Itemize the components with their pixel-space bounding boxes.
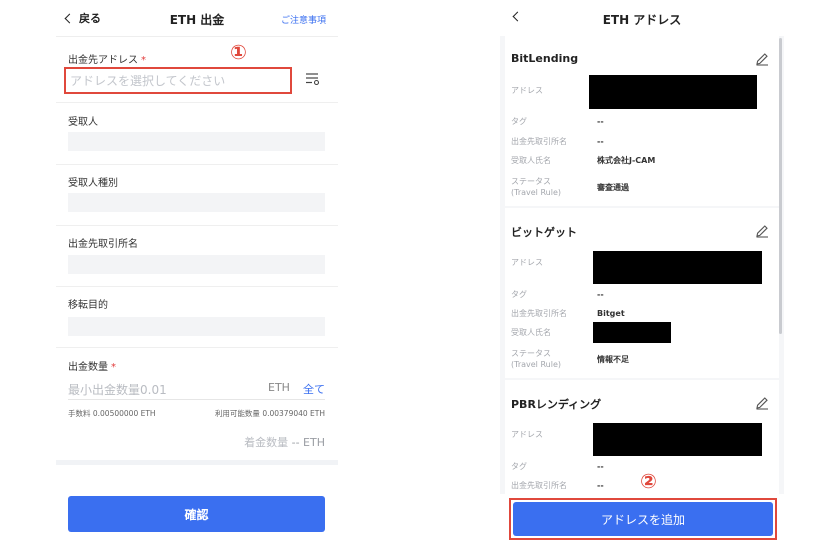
- step-marker-2: ②: [640, 469, 657, 493]
- receive-amount: 着金数量 -- ETH: [244, 434, 325, 450]
- divider: [56, 286, 338, 287]
- status-value: 審査通過: [597, 183, 629, 192]
- status-row-label: ステータス (Travel Rule): [511, 349, 561, 369]
- amount-input[interactable]: 最小出金数量0.01: [68, 381, 167, 398]
- fee-text: 手数料 0.00500000 ETH: [68, 409, 156, 418]
- header: 戻る ETH 出金 ご注意事項: [56, 0, 338, 36]
- recipient-row-label: 受取人氏名: [511, 328, 551, 337]
- all-amount-button[interactable]: 全て: [303, 381, 325, 397]
- exchange-row-label: 出金先取引所名: [511, 137, 567, 146]
- tag-value: --: [597, 117, 604, 126]
- exchange-row-label: 出金先取引所名: [511, 481, 567, 490]
- address-card[interactable]: BitLending アドレス タグ -- 出金先取引所名 -- 受取人氏名 株…: [505, 36, 779, 206]
- exchange-value: Bitget: [597, 309, 625, 318]
- add-address-highlight: アドレスを追加: [509, 498, 777, 540]
- available-amount-text: 利用可能数量 0.00379040 ETH: [214, 409, 325, 418]
- recipient-label: 受取人: [68, 117, 98, 128]
- tag-row-label: タグ: [511, 117, 527, 126]
- edit-pencil-icon[interactable]: [755, 396, 769, 410]
- header: ETH アドレス: [500, 0, 784, 36]
- card-name: PBRレンディング: [511, 398, 602, 411]
- tag-value: --: [597, 462, 604, 471]
- receive-label: 着金数量: [244, 436, 289, 449]
- divider: [56, 102, 338, 103]
- divider: [56, 347, 338, 348]
- amount-unit: ETH: [268, 381, 290, 394]
- redacted-address: [593, 423, 762, 456]
- transfer-purpose-label: 移転目的: [68, 300, 108, 311]
- card-name: ビットゲット: [511, 226, 577, 239]
- address-placeholder: アドレスを選択してください: [70, 74, 226, 88]
- address-row-label: アドレス: [511, 258, 543, 267]
- exchange-name-field[interactable]: [68, 255, 325, 274]
- exchange-value: --: [597, 137, 604, 146]
- notice-link[interactable]: ご注意事項: [281, 13, 326, 26]
- edit-pencil-icon[interactable]: [755, 52, 769, 66]
- address-row-label: アドレス: [511, 86, 543, 95]
- tag-row-label: タグ: [511, 290, 527, 299]
- redacted-address: [593, 251, 762, 284]
- redacted-recipient: [593, 322, 671, 343]
- step-marker-1: ①: [230, 40, 247, 64]
- address-row-label: アドレス: [511, 430, 543, 439]
- amount-label: 出金数量 *: [68, 362, 116, 373]
- card-name: BitLending: [511, 52, 579, 65]
- amount-underline: [68, 399, 325, 400]
- receive-value: -- ETH: [291, 436, 325, 449]
- transfer-purpose-field[interactable]: [68, 317, 325, 336]
- tag-row-label: タグ: [511, 462, 527, 471]
- redacted-address: [589, 75, 757, 109]
- recipient-field[interactable]: [68, 132, 325, 151]
- scrollbar[interactable]: [779, 38, 782, 334]
- status-value: 情報不足: [597, 355, 629, 364]
- exchange-row-label: 出金先取引所名: [511, 309, 567, 318]
- footer: アドレスを追加: [500, 494, 784, 560]
- add-address-button[interactable]: アドレスを追加: [513, 502, 773, 536]
- address-label: 出金先アドレス *: [68, 55, 146, 66]
- divider: [56, 164, 338, 165]
- section-band: [56, 460, 338, 465]
- recipient-type-field[interactable]: [68, 193, 325, 212]
- status-row-label: ステータス (Travel Rule): [511, 177, 561, 197]
- address-card[interactable]: ビットゲット アドレス タグ -- 出金先取引所名 Bitget 受取人氏名 ス…: [505, 208, 779, 378]
- recipient-value: 株式会社J-CAM: [597, 156, 656, 165]
- recipient-row-label: 受取人氏名: [511, 156, 551, 165]
- edit-pencil-icon[interactable]: [755, 224, 769, 238]
- address-select-input[interactable]: アドレスを選択してください: [64, 67, 292, 94]
- withdraw-screen: 戻る ETH 出金 ご注意事項 出金先アドレス * アドレスを選択してください ①…: [56, 0, 338, 560]
- recipient-type-label: 受取人種別: [68, 178, 118, 189]
- page-title: ETH アドレス: [602, 13, 682, 27]
- exchange-name-label: 出金先取引所名: [68, 239, 138, 250]
- tag-value: --: [597, 290, 604, 299]
- header-divider: [56, 36, 338, 37]
- exchange-value: --: [597, 481, 604, 490]
- divider: [56, 225, 338, 226]
- address-list: BitLending アドレス タグ -- 出金先取引所名 -- 受取人氏名 株…: [500, 36, 784, 494]
- confirm-button[interactable]: 確認: [68, 496, 325, 532]
- filter-list-icon[interactable]: [306, 73, 320, 85]
